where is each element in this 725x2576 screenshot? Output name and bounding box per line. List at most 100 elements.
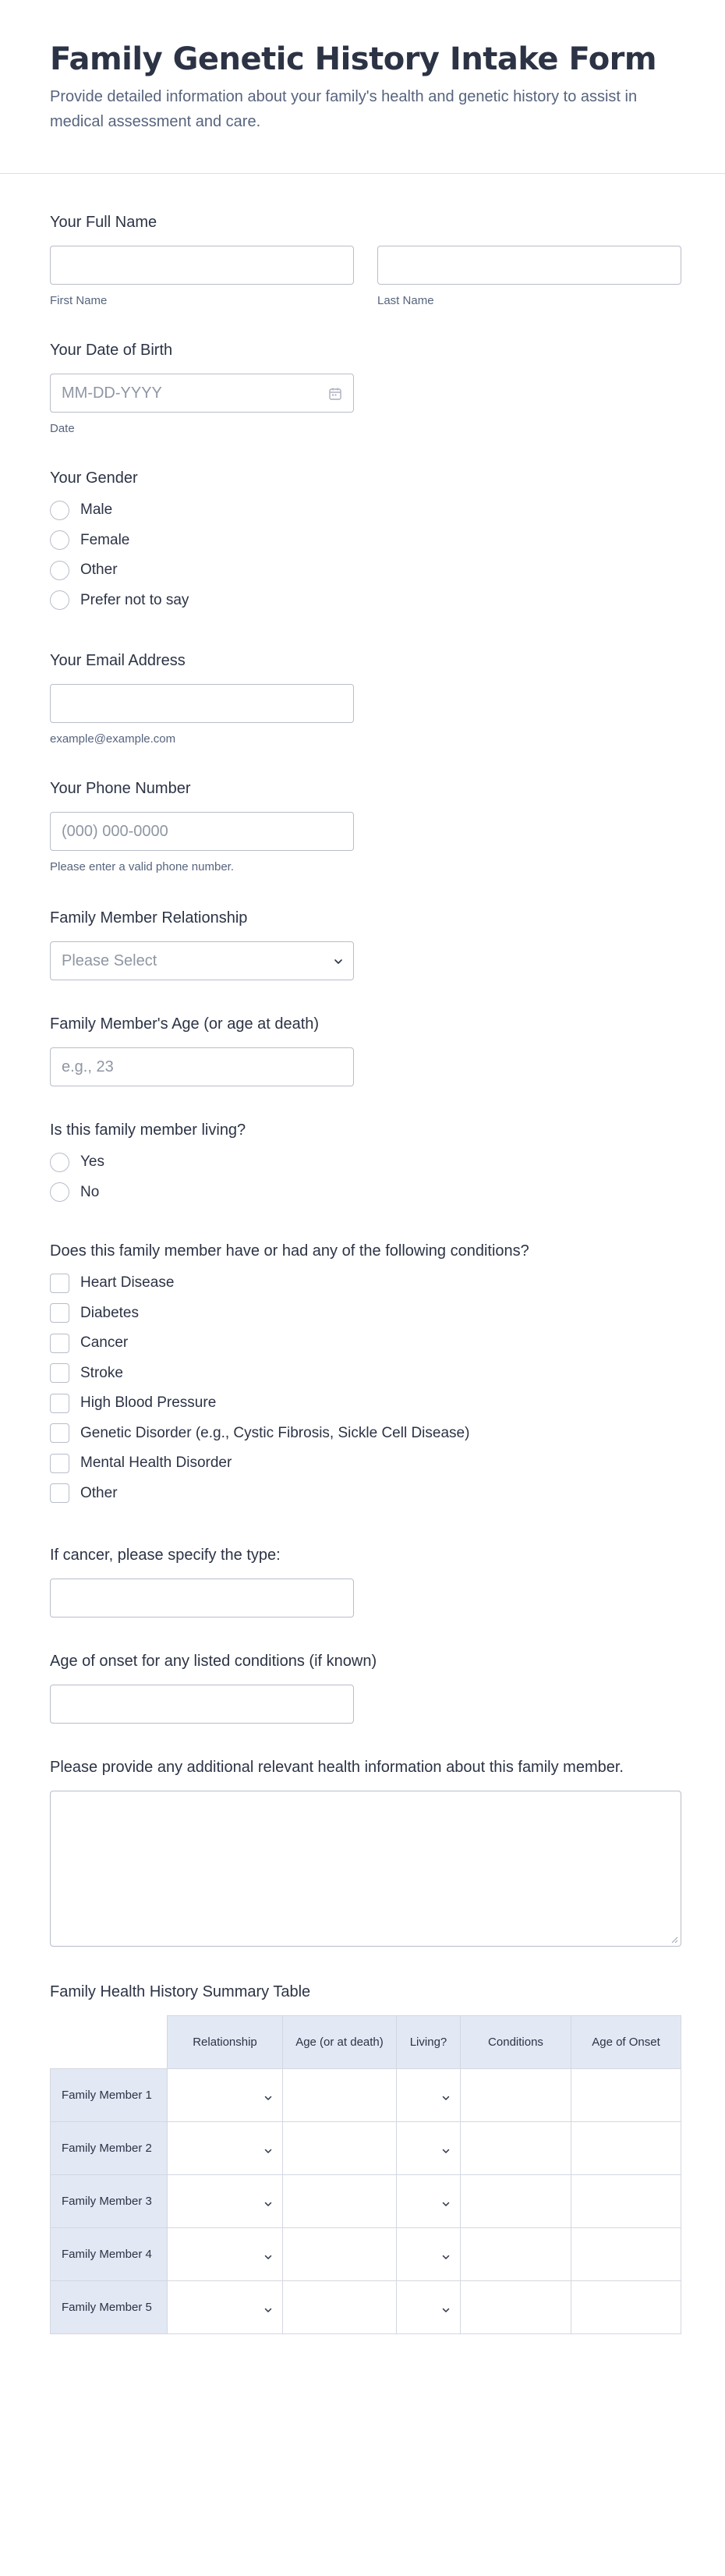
chevron-down-icon — [263, 2145, 273, 2159]
form-subtitle: Provide detailed information about your … — [50, 88, 638, 130]
radio-circle[interactable] — [50, 590, 69, 611]
column-header: Conditions — [460, 2015, 571, 2069]
onset-age-input[interactable] — [50, 1685, 354, 1724]
row-header: Family Member 2 — [50, 2121, 168, 2175]
table-dropdown-cell[interactable] — [396, 2174, 461, 2228]
table-input-cell[interactable] — [460, 2227, 571, 2281]
additional-info-textarea[interactable] — [50, 1791, 681, 1947]
table-input-cell[interactable] — [460, 2068, 571, 2122]
table-input-cell[interactable] — [460, 2174, 571, 2228]
dob-input[interactable]: MM-DD-YYYY — [50, 374, 354, 413]
table-input-cell[interactable] — [460, 2121, 571, 2175]
option-label: Stroke — [80, 1364, 123, 1381]
table-dropdown-cell[interactable] — [396, 2280, 461, 2334]
last-name-input[interactable] — [377, 246, 681, 285]
cancer-type-label: If cancer, please specify the type: — [50, 1547, 281, 1564]
summary-table-label: Family Health History Summary Table — [50, 1983, 311, 2000]
relationship-select[interactable]: Please Select — [50, 941, 354, 980]
email-question: Your Email Address example@example.com — [50, 650, 683, 746]
table-input-cell[interactable] — [282, 2174, 397, 2228]
conditions-question: Does this family member have or had any … — [50, 1240, 683, 1508]
first-name-input[interactable] — [50, 246, 354, 285]
row-header: Family Member 3 — [50, 2174, 168, 2228]
column-header: Age (or at death) — [282, 2015, 397, 2069]
checkbox[interactable] — [50, 1273, 69, 1293]
condition-high-blood-pressure[interactable]: High Blood Pressure — [50, 1388, 683, 1419]
table-input-cell[interactable] — [282, 2121, 397, 2175]
checkbox[interactable] — [50, 1393, 69, 1413]
table-row: Family Member 5 — [50, 2280, 681, 2334]
checkbox[interactable] — [50, 1483, 69, 1504]
relationship-selected: Please Select — [62, 951, 157, 969]
table-input-cell[interactable] — [282, 2227, 397, 2281]
table-dropdown-cell[interactable] — [167, 2174, 283, 2228]
condition-other[interactable]: Other — [50, 1479, 683, 1509]
gender-option-female[interactable]: Female — [50, 526, 683, 556]
radio-circle[interactable] — [50, 560, 69, 580]
checkbox[interactable] — [50, 1333, 69, 1353]
condition-cancer[interactable]: Cancer — [50, 1328, 683, 1359]
phone-input[interactable]: (000) 000-0000 — [50, 812, 354, 851]
email-input[interactable] — [50, 684, 354, 723]
table-dropdown-cell[interactable] — [167, 2280, 283, 2334]
living-option-no[interactable]: No — [50, 1178, 683, 1208]
email-label: Your Email Address — [50, 652, 186, 669]
option-label: Yes — [80, 1153, 104, 1171]
option-label: Prefer not to say — [80, 591, 189, 608]
condition-heart-disease[interactable]: Heart Disease — [50, 1268, 683, 1299]
table-dropdown-cell[interactable] — [167, 2068, 283, 2122]
cancer-type-question: If cancer, please specify the type: — [50, 1544, 683, 1618]
table-dropdown-cell[interactable] — [167, 2121, 283, 2175]
table-dropdown-cell[interactable] — [396, 2068, 461, 2122]
table-header-row: Relationship Age (or at death) Living? C… — [50, 2015, 681, 2069]
form-header: Family Genetic History Intake Form Provi… — [0, 0, 725, 174]
gender-option-prefer-not[interactable]: Prefer not to say — [50, 586, 683, 616]
table-corner — [50, 2015, 168, 2069]
table-dropdown-cell[interactable] — [396, 2121, 461, 2175]
condition-diabetes[interactable]: Diabetes — [50, 1299, 683, 1329]
living-option-yes[interactable]: Yes — [50, 1147, 683, 1178]
radio-circle[interactable] — [50, 1152, 69, 1172]
chevron-down-icon — [334, 959, 342, 964]
table-input-cell[interactable] — [571, 2227, 681, 2281]
table-input-cell[interactable] — [571, 2280, 681, 2334]
checkbox[interactable] — [50, 1363, 69, 1384]
table-input-cell[interactable] — [571, 2068, 681, 2122]
checkbox[interactable] — [50, 1453, 69, 1473]
chevron-down-icon — [441, 2305, 451, 2318]
table-dropdown-cell[interactable] — [167, 2227, 283, 2281]
full-name-question: Your Full Name First Name Last Name — [50, 211, 683, 308]
table-input-cell[interactable] — [460, 2280, 571, 2334]
phone-sublabel: Please enter a valid phone number. — [50, 860, 234, 873]
condition-stroke[interactable]: Stroke — [50, 1359, 683, 1389]
cancer-type-input[interactable] — [50, 1579, 354, 1618]
checkbox[interactable] — [50, 1303, 69, 1323]
additional-info-question: Please provide any additional relevant h… — [50, 1756, 683, 1947]
condition-genetic-disorder[interactable]: Genetic Disorder (e.g., Cystic Fibrosis,… — [50, 1419, 683, 1449]
table-input-cell[interactable] — [571, 2174, 681, 2228]
resize-handle-icon[interactable] — [670, 1936, 678, 1944]
chevron-down-icon — [441, 2092, 451, 2106]
option-label: Genetic Disorder (e.g., Cystic Fibrosis,… — [80, 1424, 470, 1441]
option-label: High Blood Pressure — [80, 1394, 217, 1412]
living-label: Is this family member living? — [50, 1121, 246, 1139]
phone-question: Your Phone Number (000) 000-0000 Please … — [50, 778, 683, 874]
checkbox[interactable] — [50, 1423, 69, 1444]
first-name-sublabel: First Name — [50, 294, 108, 307]
calendar-icon[interactable] — [328, 387, 342, 401]
radio-circle[interactable] — [50, 1182, 69, 1203]
table-input-cell[interactable] — [282, 2068, 397, 2122]
table-input-cell[interactable] — [282, 2280, 397, 2334]
table-row: Family Member 2 — [50, 2121, 681, 2175]
table-row: Family Member 1 — [50, 2068, 681, 2122]
table-dropdown-cell[interactable] — [396, 2227, 461, 2281]
radio-circle[interactable] — [50, 530, 69, 551]
radio-circle[interactable] — [50, 500, 69, 520]
gender-option-male[interactable]: Male — [50, 495, 683, 526]
gender-option-other[interactable]: Other — [50, 555, 683, 586]
option-label: No — [80, 1183, 100, 1200]
chevron-down-icon — [441, 2145, 451, 2159]
table-input-cell[interactable] — [571, 2121, 681, 2175]
condition-mental-health[interactable]: Mental Health Disorder — [50, 1448, 683, 1479]
member-age-input[interactable]: e.g., 23 — [50, 1047, 354, 1086]
